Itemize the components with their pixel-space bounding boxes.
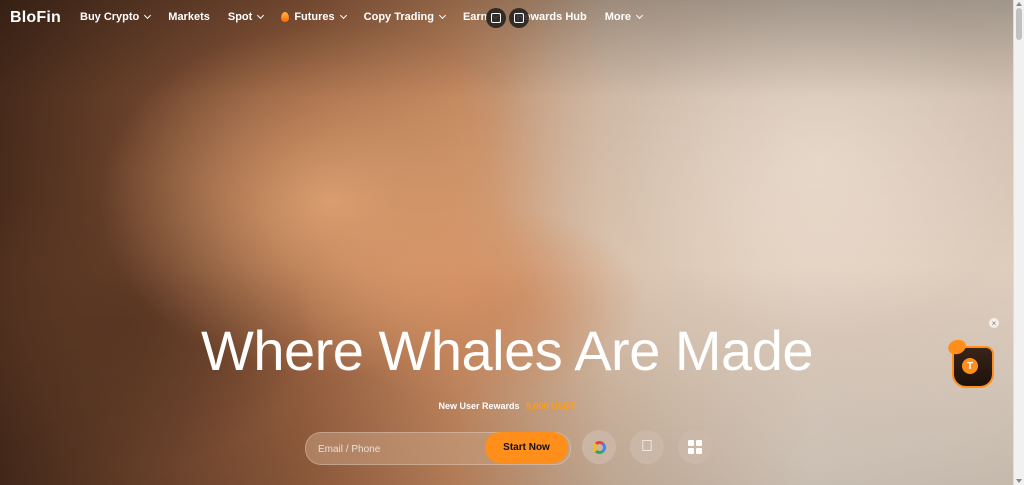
top-navbar: BloFin Buy Crypto Markets Spot Futures C…	[0, 0, 1014, 36]
nav-item-label: Earn	[462, 11, 488, 23]
square-icon	[514, 13, 524, 23]
new-user-rewards: New User Rewards 5,000 USDT	[0, 401, 1014, 411]
rewards-label: New User Rewards	[438, 401, 520, 411]
brand-logo[interactable]: BloFin	[10, 9, 61, 27]
google-icon	[592, 440, 606, 454]
scrollbar-thumb[interactable]	[1016, 8, 1022, 40]
vertical-scrollbar[interactable]	[1013, 0, 1024, 485]
overlay-circle-button[interactable]	[486, 8, 506, 28]
chevron-down-icon	[339, 11, 347, 20]
nav-item-label: Copy Trading	[363, 11, 434, 23]
nav-item-label: More	[604, 11, 631, 23]
coin-icon: T	[962, 358, 978, 374]
qr-code-button[interactable]	[678, 430, 712, 464]
start-now-button[interactable]: Start Now	[485, 432, 568, 463]
apple-icon: 	[641, 439, 653, 455]
nav-item-label: Futures	[294, 11, 335, 23]
nav-menu: Buy Crypto Markets Spot Futures Copy Tra…	[80, 11, 660, 23]
nav-item-label: Markets	[168, 11, 210, 23]
rewards-widget[interactable]: T	[946, 336, 996, 388]
chevron-down-icon	[257, 11, 265, 20]
qr-code-icon	[688, 440, 702, 454]
nav-item-spot[interactable]: Spot	[227, 11, 265, 23]
nav-item-buy-crypto[interactable]: Buy Crypto	[80, 11, 152, 23]
chevron-down-icon	[144, 11, 152, 20]
scroll-down-icon[interactable]	[1016, 479, 1022, 483]
hero-overlay	[0, 0, 1014, 485]
square-icon	[491, 13, 501, 23]
nav-item-copy-trading[interactable]: Copy Trading	[363, 11, 446, 23]
overlay-circle-button[interactable]	[509, 8, 529, 28]
chevron-down-icon	[438, 11, 446, 20]
scroll-up-icon[interactable]	[1016, 2, 1022, 6]
hero-headline: Where Whales Are Made	[201, 319, 813, 382]
chevron-down-icon	[635, 11, 644, 20]
google-signup-button[interactable]	[582, 430, 616, 464]
apple-signup-button[interactable]: 	[630, 430, 664, 464]
nav-item-markets[interactable]: Markets	[168, 11, 210, 23]
nav-item-label: Buy Crypto	[80, 11, 140, 23]
nav-item-label: Spot	[227, 11, 253, 23]
rewards-amount: 5,000 USDT	[526, 401, 576, 411]
nav-item-futures[interactable]: Futures	[281, 11, 347, 23]
nav-item-more[interactable]: More	[604, 11, 644, 23]
widget-close-button[interactable]: ×	[989, 318, 999, 328]
fire-icon	[281, 12, 290, 22]
email-phone-input[interactable]	[316, 440, 480, 458]
